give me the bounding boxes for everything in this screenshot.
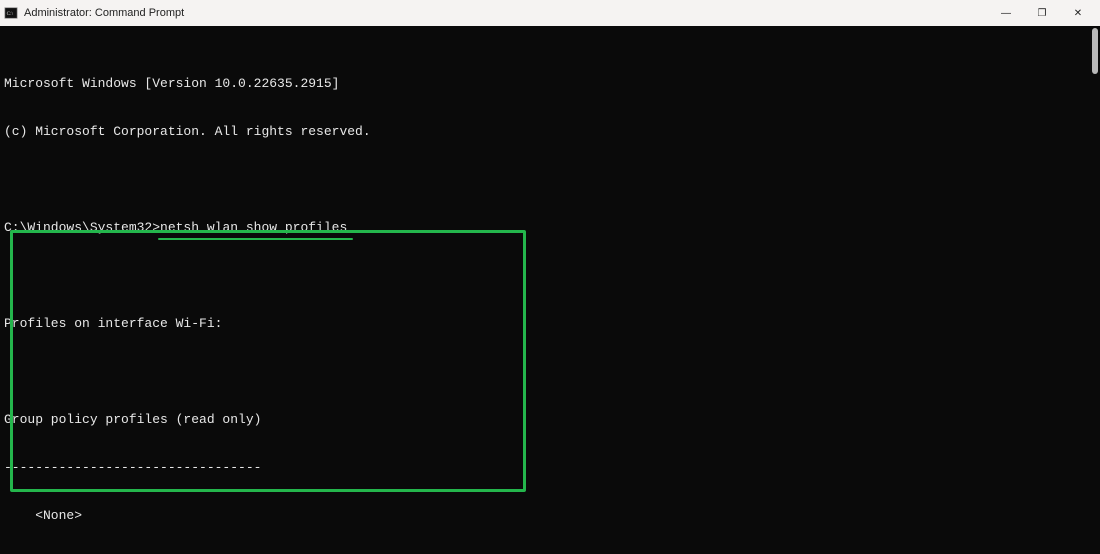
output-line: Microsoft Windows [Version 10.0.22635.29… xyxy=(4,76,1096,92)
cmd-icon: C:\ xyxy=(4,6,18,20)
minimize-button[interactable]: — xyxy=(988,0,1024,26)
output-line: <None> xyxy=(4,508,1096,524)
output-line: --------------------------------- xyxy=(4,460,1096,476)
output-line: Group policy profiles (read only) xyxy=(4,412,1096,428)
svg-text:C:\: C:\ xyxy=(7,11,14,17)
blank-line xyxy=(4,172,1096,188)
close-button[interactable]: ✕ xyxy=(1060,0,1096,26)
window-titlebar: C:\ Administrator: Command Prompt — ❐ ✕ xyxy=(0,0,1100,26)
window-title: Administrator: Command Prompt xyxy=(24,7,988,19)
command-line: C:\Windows\System32>netsh wlan show prof… xyxy=(4,220,1096,236)
scrollbar-thumb[interactable] xyxy=(1092,28,1098,74)
terminal-area[interactable]: Microsoft Windows [Version 10.0.22635.29… xyxy=(0,26,1100,554)
typed-command: netsh wlan show profiles xyxy=(160,220,347,236)
window-controls: — ❐ ✕ xyxy=(988,0,1096,26)
blank-line xyxy=(4,268,1096,284)
blank-line xyxy=(4,364,1096,380)
prompt: C:\Windows\System32> xyxy=(4,220,160,235)
output-line: Profiles on interface Wi-Fi: xyxy=(4,316,1096,332)
maximize-button[interactable]: ❐ xyxy=(1024,0,1060,26)
output-line: (c) Microsoft Corporation. All rights re… xyxy=(4,124,1096,140)
